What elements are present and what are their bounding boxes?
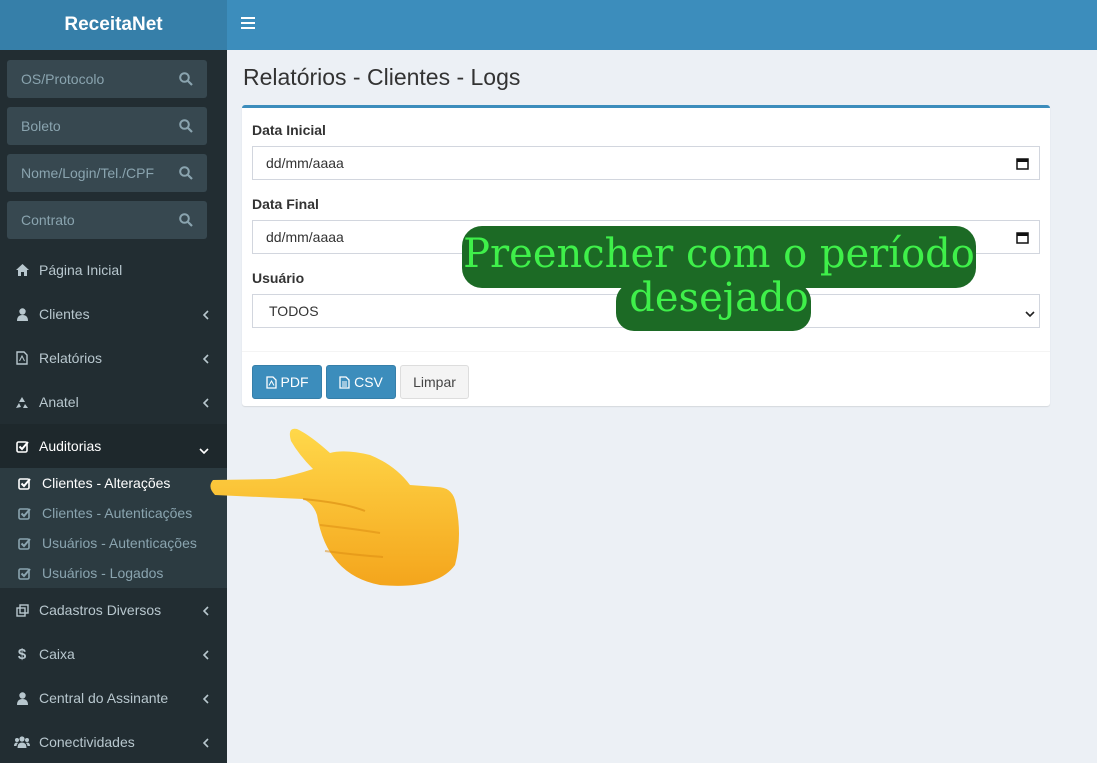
check-square-icon bbox=[18, 477, 32, 490]
chevron-left-icon bbox=[202, 735, 209, 751]
page-title: Relatórios - Clientes - Logs bbox=[243, 64, 521, 90]
submenu-item-label: Clientes - Autenticações bbox=[42, 505, 193, 521]
clone-icon bbox=[14, 603, 30, 617]
search-boleto[interactable]: Boleto bbox=[7, 107, 207, 145]
search-placeholder: OS/Protocolo bbox=[21, 71, 105, 87]
sidebar-item-cadastros-diversos[interactable]: Cadastros Diversos bbox=[0, 588, 227, 632]
users-icon bbox=[14, 736, 30, 748]
sidebar-item-label: Conectividades bbox=[39, 734, 135, 750]
annotation-text: Preencher com o período desejado bbox=[462, 232, 976, 320]
auditorias-submenu: Clientes - Alterações Clientes - Autenti… bbox=[0, 468, 227, 588]
top-navbar bbox=[227, 0, 1097, 50]
clear-button[interactable]: Limpar bbox=[400, 365, 469, 399]
sidebar-item-label: Cadastros Diversos bbox=[39, 602, 162, 618]
sidebar-item-caixa[interactable]: $ Caixa bbox=[0, 632, 227, 676]
search-os-protocolo[interactable]: OS/Protocolo bbox=[7, 60, 207, 98]
check-square-icon bbox=[18, 567, 32, 580]
file-text-icon bbox=[339, 375, 350, 389]
check-square-icon bbox=[14, 440, 30, 453]
search-contrato[interactable]: Contrato bbox=[7, 201, 207, 239]
user-label: Usuário bbox=[252, 270, 305, 286]
dollar-icon: $ bbox=[17, 645, 27, 663]
chevron-left-icon bbox=[202, 351, 209, 367]
sidebar-item-pagina-inicial[interactable]: Página Inicial bbox=[0, 248, 227, 292]
sidebar-item-label: Relatórios bbox=[39, 350, 103, 366]
submenu-item-label: Clientes - Alterações bbox=[42, 475, 171, 491]
chevron-left-icon bbox=[202, 691, 209, 707]
menu-toggle-icon[interactable] bbox=[241, 17, 255, 33]
app-logo[interactable]: ReceitaNet bbox=[0, 0, 227, 50]
sidebar-item-label: Anatel bbox=[39, 394, 79, 410]
box-footer-divider bbox=[242, 351, 1050, 352]
sidebar-item-label: Clientes bbox=[39, 306, 90, 322]
submenu-item-clientes-autenticacoes[interactable]: Clientes - Autenticações bbox=[0, 498, 227, 528]
user-select-value: TODOS bbox=[269, 303, 319, 319]
submenu-item-clientes-alteracoes[interactable]: Clientes - Alterações bbox=[0, 468, 227, 498]
check-square-icon bbox=[18, 537, 32, 550]
search-placeholder: Boleto bbox=[21, 118, 61, 134]
sidebar-item-label: Central do Assinante bbox=[39, 690, 169, 706]
start-date-value: dd/mm/aaaa bbox=[266, 155, 344, 171]
chevron-left-icon bbox=[202, 307, 209, 323]
check-square-icon bbox=[18, 507, 32, 520]
sidebar-item-conectividades[interactable]: Conectividades bbox=[0, 720, 227, 763]
csv-button-label: CSV bbox=[354, 374, 383, 390]
start-date-label: Data Inicial bbox=[252, 122, 326, 138]
search-icon[interactable] bbox=[179, 72, 193, 89]
start-date-input[interactable]: dd/mm/aaaa bbox=[252, 146, 1040, 180]
file-pdf-icon bbox=[265, 375, 277, 389]
submenu-item-label: Usuários - Logados bbox=[42, 565, 164, 581]
sidebar-item-anatel[interactable]: Anatel bbox=[0, 380, 227, 424]
submenu-item-usuarios-autenticacoes[interactable]: Usuários - Autenticações bbox=[0, 528, 227, 558]
search-placeholder: Nome/Login/Tel./CPF bbox=[21, 165, 155, 181]
user-icon bbox=[14, 307, 30, 321]
chevron-down-icon bbox=[1024, 306, 1036, 322]
pointing-hand-icon bbox=[210, 428, 459, 586]
search-icon[interactable] bbox=[179, 213, 193, 230]
submenu-item-label: Usuários - Autenticações bbox=[42, 535, 197, 551]
sidebar-item-relatorios[interactable]: Relatórios bbox=[0, 336, 227, 380]
annotation-line-1: Preencher com o período bbox=[463, 231, 975, 277]
user-icon bbox=[14, 691, 30, 705]
chevron-left-icon bbox=[202, 395, 209, 411]
chevron-left-icon bbox=[202, 647, 209, 663]
sidebar-item-label: Auditorias bbox=[39, 438, 102, 454]
search-icon[interactable] bbox=[179, 166, 193, 183]
sidebar-item-clientes[interactable]: Clientes bbox=[0, 292, 227, 336]
file-pdf-icon bbox=[14, 351, 30, 365]
chevron-left-icon bbox=[202, 603, 209, 619]
end-date-label: Data Final bbox=[252, 196, 319, 212]
annotation-line-2: desejado bbox=[629, 275, 809, 321]
sidebar-item-label: Caixa bbox=[39, 646, 75, 662]
sidebar-item-auditorias[interactable]: Auditorias bbox=[0, 424, 227, 468]
calendar-icon[interactable] bbox=[1016, 157, 1029, 173]
search-nome-login[interactable]: Nome/Login/Tel./CPF bbox=[7, 154, 207, 192]
search-icon[interactable] bbox=[179, 119, 193, 136]
sidebar-item-central-assinante[interactable]: Central do Assinante bbox=[0, 676, 227, 720]
home-icon bbox=[14, 264, 30, 276]
csv-button[interactable]: CSV bbox=[326, 365, 396, 399]
pdf-button[interactable]: PDF bbox=[252, 365, 322, 399]
submenu-item-usuarios-logados[interactable]: Usuários - Logados bbox=[0, 558, 227, 588]
recycle-icon bbox=[14, 396, 30, 409]
calendar-icon[interactable] bbox=[1016, 231, 1029, 247]
sidebar: ReceitaNet OS/Protocolo Boleto Nome/Logi… bbox=[0, 0, 227, 763]
pdf-button-label: PDF bbox=[280, 374, 309, 390]
search-placeholder: Contrato bbox=[21, 212, 75, 228]
sidebar-item-label: Página Inicial bbox=[39, 262, 123, 278]
end-date-value: dd/mm/aaaa bbox=[266, 229, 344, 245]
